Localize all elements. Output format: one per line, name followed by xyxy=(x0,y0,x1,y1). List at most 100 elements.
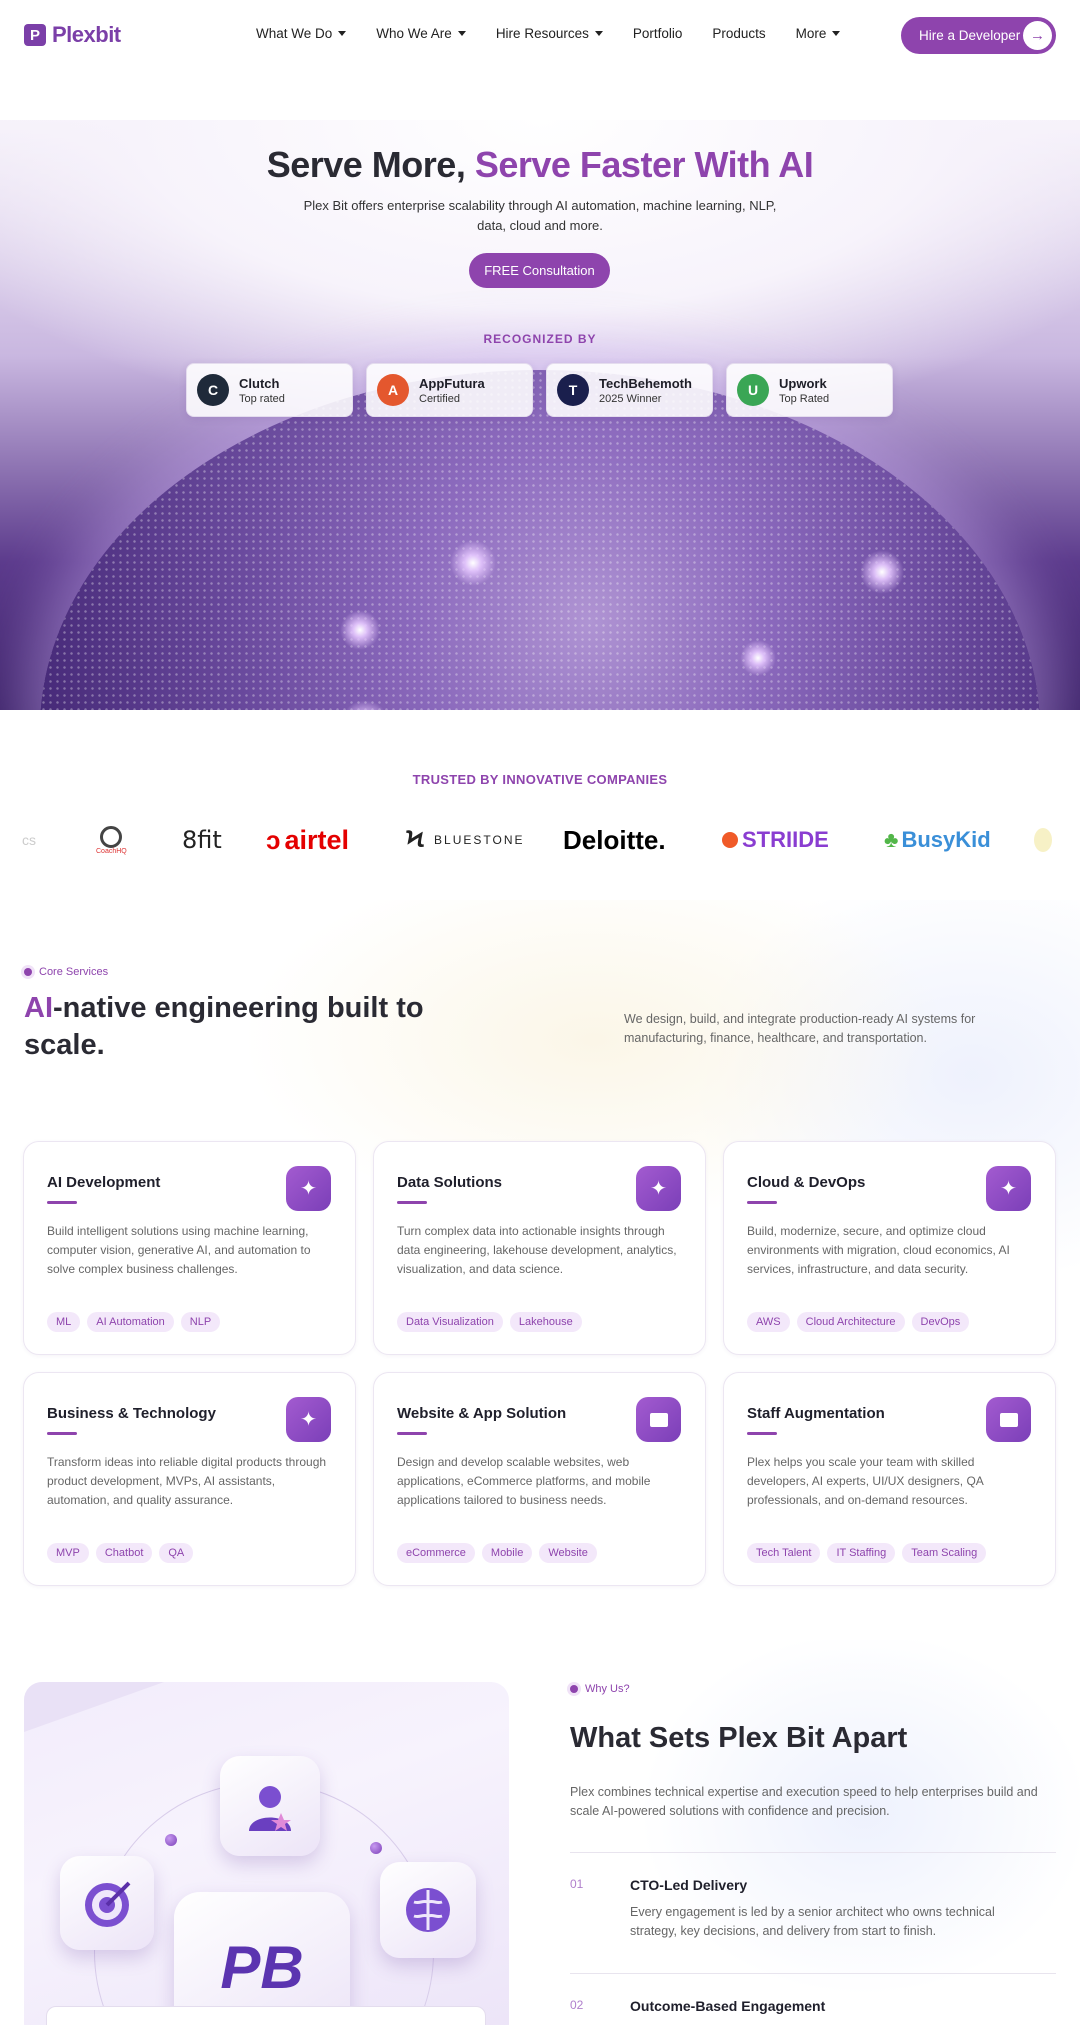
service-card-staff-augmentation[interactable]: Staff Augmentation Plex helps you scale … xyxy=(723,1372,1056,1586)
nav-item-label: More xyxy=(795,26,827,41)
tag[interactable]: QA xyxy=(159,1543,194,1563)
main-menu: What We Do Who We Are Hire Resources Por… xyxy=(256,26,841,41)
why-illustration: PB xyxy=(24,1682,509,2025)
tag[interactable]: eCommerce xyxy=(397,1543,475,1563)
badge-appfutura[interactable]: A AppFutura Certified xyxy=(366,363,533,417)
tag[interactable]: MVP xyxy=(47,1543,89,1563)
hero-title-plain: Serve More, xyxy=(266,144,475,185)
tag[interactable]: Cloud Architecture xyxy=(796,1312,905,1332)
coachhq-logo-icon xyxy=(100,825,123,848)
badge-clutch[interactable]: C Clutch Top rated xyxy=(186,363,353,417)
card-tags: MVP Chatbot QA xyxy=(47,1543,194,1563)
upwork-badge-icon: U xyxy=(737,374,769,406)
eyebrow-dot-icon xyxy=(24,968,32,976)
logo-text: CoachHQ xyxy=(96,847,127,855)
card-title: Staff Augmentation xyxy=(747,1405,885,1422)
top-navigation: P Plexbit What We Do Who We Are Hire Res… xyxy=(0,0,1080,72)
tag[interactable]: AWS xyxy=(747,1312,790,1332)
illustration-corner-shape xyxy=(24,1682,164,1732)
caret-down-icon xyxy=(832,31,841,36)
sparkle-icon: ✦ xyxy=(636,1166,681,1211)
tag[interactable]: Mobile xyxy=(481,1543,533,1563)
tag[interactable]: DevOps xyxy=(911,1312,970,1332)
badge-techbehemoth[interactable]: T TechBehemoth 2025 Winner xyxy=(546,363,713,417)
tag[interactable]: IT Staffing xyxy=(827,1543,896,1563)
tag[interactable]: ML xyxy=(47,1312,81,1332)
eyebrow-label: Core Services xyxy=(39,966,109,978)
logo-text: Deloitte. xyxy=(563,824,666,855)
nav-item-what-we-do[interactable]: What We Do xyxy=(256,26,347,41)
hero-title-accent: Serve Faster With AI xyxy=(474,144,814,185)
nav-item-label: Products xyxy=(712,26,766,41)
faded-logo-icon xyxy=(1034,828,1052,852)
service-card-data-solutions[interactable]: Data Solutions ✦ Turn complex data into … xyxy=(373,1141,706,1355)
feature-title: CTO-Led Delivery xyxy=(630,1877,748,1893)
clutch-badge-icon: C xyxy=(197,374,229,406)
sparkle-icon: ✦ xyxy=(286,1166,331,1211)
feature-text: Every engagement is led by a senior arch… xyxy=(630,1905,995,1938)
recognized-by-label: RECOGNIZED BY xyxy=(483,332,597,346)
client-logo-faded-left: cs xyxy=(22,832,36,848)
client-logo-8fit: 8fit xyxy=(182,818,222,862)
service-card-cloud-devops[interactable]: Cloud & DevOps ✦ Build, modernize, secur… xyxy=(723,1141,1056,1355)
free-consultation-button[interactable]: FREE Consultation xyxy=(469,253,610,288)
services-title-accent: AI xyxy=(24,992,53,1024)
card-title: Business & Technology xyxy=(47,1405,216,1422)
globe-glow-point xyxy=(860,550,904,594)
tag[interactable]: Lakehouse xyxy=(509,1312,582,1332)
feature-number: 01 xyxy=(570,1877,584,1891)
services-title-rest: -native engineering built to scale. xyxy=(24,992,424,1061)
why-title: What Sets Plex Bit Apart xyxy=(570,1722,908,1754)
nav-item-products[interactable]: Products xyxy=(712,26,765,41)
card-tags: AWS Cloud Architecture DevOps xyxy=(747,1312,970,1332)
tag[interactable]: Data Visualization xyxy=(397,1312,503,1332)
client-logo-busykid: ♣ BusyKid xyxy=(884,818,991,862)
tag[interactable]: Tech Talent xyxy=(747,1543,821,1563)
logo-text: airtel xyxy=(284,824,350,855)
caret-down-icon xyxy=(594,31,603,36)
logo-text: STRIIDE xyxy=(742,827,829,852)
tag[interactable]: NLP xyxy=(180,1312,221,1332)
badge-sub: Certified xyxy=(419,392,460,405)
services-description: We design, build, and integrate producti… xyxy=(624,1012,976,1045)
plexbit-logo-mark-icon: P xyxy=(24,24,46,46)
card-accent-line xyxy=(47,1432,77,1435)
hire-developer-button[interactable]: Hire a Developer → xyxy=(901,17,1056,54)
logo-text: BusyKid xyxy=(901,827,991,852)
tag[interactable]: Team Scaling xyxy=(902,1543,987,1563)
card-accent-line xyxy=(747,1201,777,1204)
globe-dot-pattern xyxy=(40,370,1040,710)
tag[interactable]: AI Automation xyxy=(87,1312,174,1332)
service-card-ai-development[interactable]: AI Development ✦ Build intelligent solut… xyxy=(23,1141,356,1355)
nav-item-more[interactable]: More xyxy=(796,26,841,41)
caret-down-icon xyxy=(457,31,466,36)
globe-glow-point xyxy=(340,610,380,650)
plexbit-logo[interactable]: P Plexbit xyxy=(24,22,121,48)
nav-item-who-we-are[interactable]: Who We Are xyxy=(376,26,466,41)
nav-item-hire-resources[interactable]: Hire Resources xyxy=(496,26,603,41)
tag[interactable]: Chatbot xyxy=(95,1543,153,1563)
appfutura-badge-icon: A xyxy=(377,374,409,406)
tag[interactable]: Website xyxy=(539,1543,597,1563)
service-card-business-technology[interactable]: Business & Technology ✦ Transform ideas … xyxy=(23,1372,356,1586)
client-logo-faded-right xyxy=(1034,818,1052,862)
globe-illustration xyxy=(40,370,1040,710)
nav-item-portfolio[interactable]: Portfolio xyxy=(633,26,683,41)
illustration-caption-card xyxy=(46,2006,486,2025)
card-accent-line xyxy=(397,1432,427,1435)
badge-name: AppFutura xyxy=(419,375,485,391)
client-logo-bluestone: Ϟ BLUESTONE xyxy=(406,818,525,862)
busykid-mark-icon: ♣ xyxy=(884,827,899,852)
arrow-right-icon: → xyxy=(1023,21,1052,50)
card-tags: eCommerce Mobile Website xyxy=(397,1543,597,1563)
card-text: Plex helps you scale your team with skil… xyxy=(747,1455,984,1507)
brain-icon xyxy=(380,1862,476,1958)
person-icon xyxy=(220,1756,320,1856)
why-us-eyebrow: Why Us? xyxy=(570,1683,630,1695)
badge-upwork[interactable]: U Upwork Top Rated xyxy=(726,363,893,417)
service-card-website-app[interactable]: Website & App Solution Design and develo… xyxy=(373,1372,706,1586)
orbit-orb xyxy=(165,1834,177,1846)
core-services-eyebrow: Core Services xyxy=(24,966,108,978)
card-title: Cloud & DevOps xyxy=(747,1174,866,1191)
striide-mark-icon xyxy=(722,832,738,848)
